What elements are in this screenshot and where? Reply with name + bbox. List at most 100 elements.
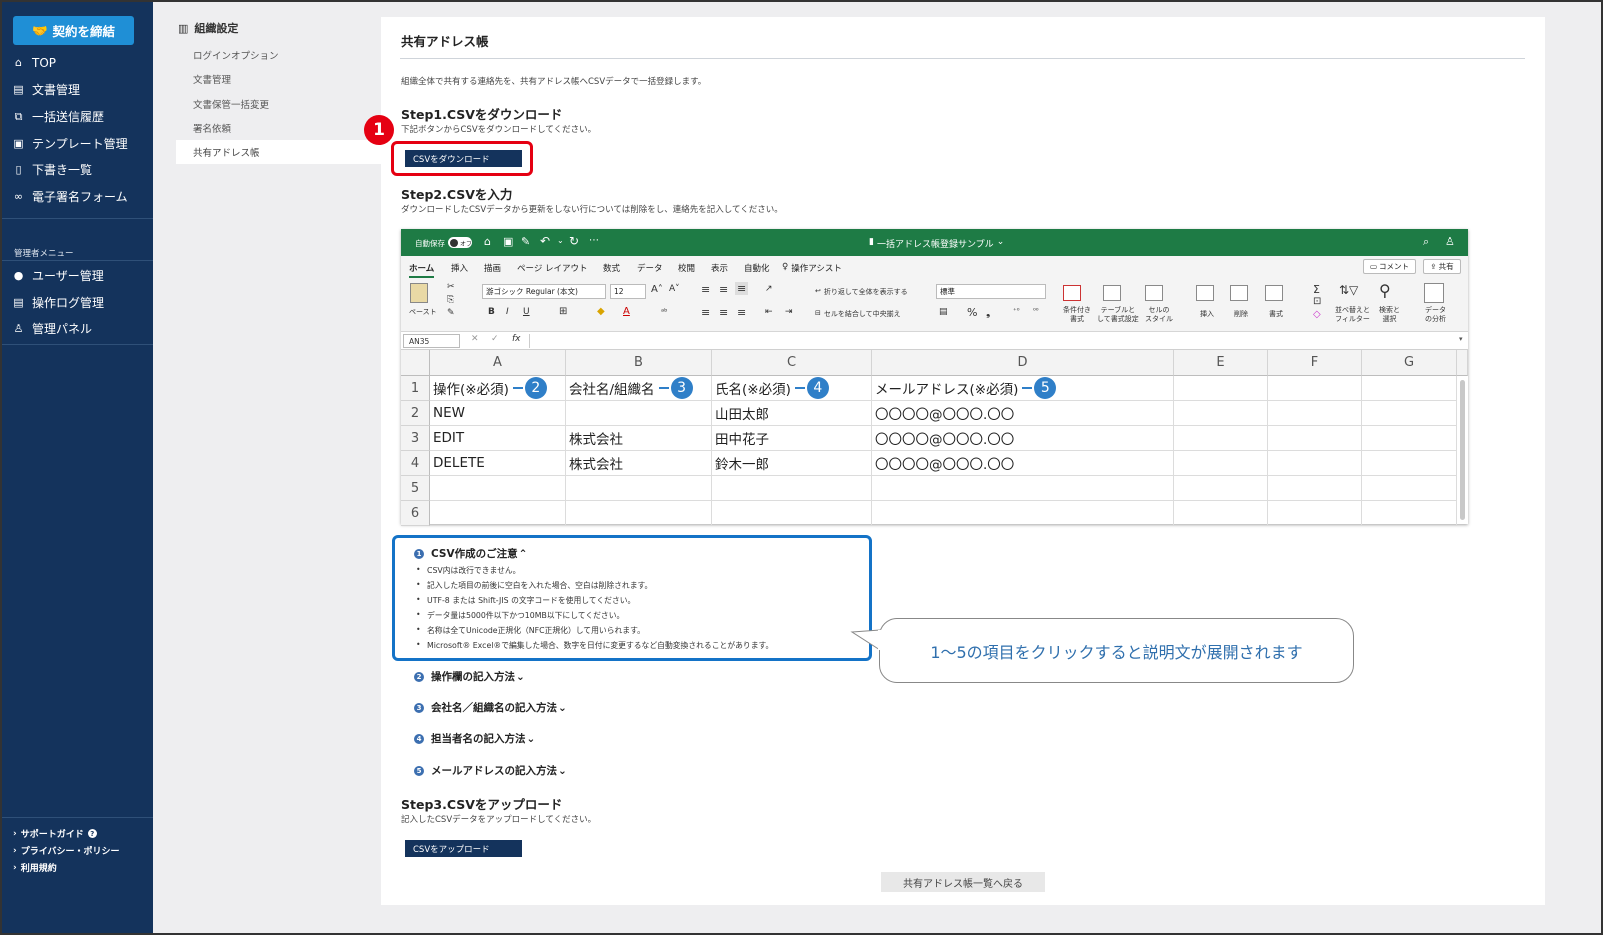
row-header[interactable]: 4 bbox=[401, 451, 430, 476]
cell[interactable] bbox=[712, 501, 872, 526]
comma-icon[interactable]: ❟ bbox=[986, 306, 990, 320]
underline-icon[interactable]: U bbox=[523, 307, 530, 317]
cell[interactable]: EDIT bbox=[430, 426, 566, 451]
align-middle-icon[interactable]: ≡ bbox=[719, 283, 728, 296]
tab-formulas[interactable]: 数式 bbox=[603, 262, 620, 274]
tab-page-layout[interactable]: ページ レイアウト bbox=[517, 262, 588, 274]
column-header[interactable]: D bbox=[872, 350, 1174, 376]
cell[interactable]: 〇〇〇〇@〇〇〇.〇〇 bbox=[872, 401, 1174, 426]
column-header[interactable]: F bbox=[1268, 350, 1362, 376]
accordion-csv-notes[interactable]: 1 CSV作成のご注意 ⌃ bbox=[414, 546, 527, 561]
tab-tell-me[interactable]: ♀ 操作アシスト bbox=[782, 262, 842, 274]
cell[interactable]: 株式会社 bbox=[566, 451, 712, 476]
cell[interactable] bbox=[1362, 376, 1457, 401]
cell[interactable]: NEW bbox=[430, 401, 566, 426]
settings-item-signature-request[interactable]: 署名依頼 bbox=[176, 116, 381, 140]
border-icon[interactable]: ⊞ bbox=[559, 306, 567, 317]
align-right-icon[interactable]: ≡ bbox=[737, 306, 746, 319]
vertical-scrollbar[interactable] bbox=[1460, 380, 1465, 520]
accordion-operation-field[interactable]: 2 操作欄の記入方法 ⌄ bbox=[414, 669, 525, 684]
sidebar-item-documents[interactable]: ▤ 文書管理 bbox=[2, 76, 153, 103]
merge-center-button[interactable]: ⊟ セルを結合して中央揃え bbox=[815, 309, 901, 319]
tab-home[interactable]: ホーム bbox=[409, 262, 435, 278]
font-size-select[interactable]: 12 bbox=[610, 284, 646, 299]
header-cell-name[interactable]: 氏名(※必須) 4 bbox=[712, 376, 872, 401]
sidebar-item-drafts[interactable]: ▯ 下書き一覧 bbox=[2, 156, 153, 183]
cell[interactable] bbox=[1362, 451, 1457, 476]
cell[interactable] bbox=[1362, 501, 1457, 526]
settings-item-document-storage-bulk[interactable]: 文書保管一括変更 bbox=[176, 92, 381, 116]
format-painter-icon[interactable]: ✎ bbox=[447, 308, 455, 318]
cell[interactable] bbox=[1268, 476, 1362, 501]
tab-review[interactable]: 校閲 bbox=[678, 262, 695, 274]
sidebar-item-esign-form[interactable]: ∞ 電子署名フォーム bbox=[2, 183, 153, 210]
sign-contract-button[interactable]: 🤝 契約を締結 bbox=[13, 16, 134, 45]
sidebar-item-operation-log[interactable]: ▤ 操作ログ管理 bbox=[2, 289, 153, 316]
font-name-select[interactable]: 游ゴシック Regular (本文) bbox=[482, 284, 606, 299]
accordion-email-field[interactable]: 5 メールアドレスの記入方法 ⌄ bbox=[414, 763, 567, 778]
find-select-icon[interactable]: ⚲ bbox=[1379, 281, 1391, 300]
sidebar-item-user-management[interactable]: ● ユーザー管理 bbox=[2, 262, 153, 289]
cell[interactable]: 株式会社 bbox=[566, 426, 712, 451]
cell[interactable] bbox=[1362, 426, 1457, 451]
analyze-data-icon[interactable] bbox=[1424, 283, 1444, 303]
row-header[interactable]: 3 bbox=[401, 426, 430, 451]
header-cell-company[interactable]: 会社名/組織名 3 bbox=[566, 376, 712, 401]
sidebar-item-batch-history[interactable]: ⧉ 一括送信履歴 bbox=[2, 103, 153, 130]
accounting-icon[interactable]: ▤ bbox=[939, 307, 948, 317]
cell[interactable] bbox=[1362, 401, 1457, 426]
cell[interactable] bbox=[566, 401, 712, 426]
wrap-text-button[interactable]: ↩ 折り返して全体を表示する bbox=[815, 287, 908, 297]
align-bottom-icon[interactable]: ≡ bbox=[735, 282, 749, 295]
insert-cells-icon[interactable] bbox=[1196, 285, 1214, 301]
orientation-icon[interactable]: ↗ bbox=[765, 284, 773, 294]
increase-font-icon[interactable]: A˄ bbox=[651, 284, 663, 295]
format-as-table-icon[interactable] bbox=[1103, 285, 1121, 301]
cell[interactable] bbox=[1268, 426, 1362, 451]
cell[interactable] bbox=[1174, 501, 1268, 526]
sort-filter-icon[interactable]: ⇅▽ bbox=[1339, 283, 1358, 297]
align-center-icon[interactable]: ≡ bbox=[719, 306, 728, 319]
percent-icon[interactable]: % bbox=[967, 306, 977, 319]
cell[interactable] bbox=[1174, 476, 1268, 501]
comment-button[interactable]: ▭ コメント bbox=[1363, 259, 1416, 274]
autosum-icon[interactable]: Σ bbox=[1313, 283, 1320, 296]
cell[interactable]: 〇〇〇〇@〇〇〇.〇〇 bbox=[872, 426, 1174, 451]
cell[interactable]: 〇〇〇〇@〇〇〇.〇〇 bbox=[872, 451, 1174, 476]
decrease-decimal-icon[interactable]: ⁰⁰ bbox=[1033, 307, 1039, 315]
tab-insert[interactable]: 挿入 bbox=[451, 262, 468, 274]
select-all-corner[interactable] bbox=[401, 350, 430, 376]
cell[interactable]: DELETE bbox=[430, 451, 566, 476]
number-format-select[interactable]: 標準 bbox=[936, 284, 1046, 299]
name-box[interactable]: AN35 bbox=[403, 334, 460, 348]
accordion-contact-name-field[interactable]: 4 担当者名の記入方法 ⌄ bbox=[414, 731, 535, 746]
cell[interactable] bbox=[1268, 401, 1362, 426]
column-header[interactable]: B bbox=[566, 350, 712, 376]
cell[interactable] bbox=[430, 476, 566, 501]
footer-link-privacy-policy[interactable]: › プライバシー・ポリシー bbox=[13, 844, 120, 858]
delete-cells-icon[interactable] bbox=[1230, 285, 1248, 301]
cell[interactable] bbox=[1174, 376, 1268, 401]
row-header[interactable]: 5 bbox=[401, 476, 430, 501]
header-cell-operation[interactable]: 操作(※必須) 2 bbox=[430, 376, 566, 401]
decrease-font-icon[interactable]: A˅ bbox=[669, 284, 680, 294]
cell[interactable] bbox=[1362, 476, 1457, 501]
align-left-icon[interactable]: ≡ bbox=[701, 306, 710, 319]
sidebar-item-top[interactable]: ⌂ TOP bbox=[2, 49, 153, 76]
cell[interactable] bbox=[1174, 426, 1268, 451]
conditional-format-icon[interactable] bbox=[1063, 285, 1081, 301]
italic-icon[interactable]: I bbox=[506, 307, 509, 317]
settings-item-shared-address-book[interactable]: 共有アドレス帳 bbox=[176, 140, 381, 164]
footer-link-support-guide[interactable]: › サポートガイド? bbox=[13, 827, 97, 840]
csv-upload-button[interactable]: CSVをアップロード bbox=[405, 840, 522, 857]
cell[interactable] bbox=[566, 476, 712, 501]
tab-data[interactable]: データ bbox=[637, 262, 663, 274]
column-header[interactable]: A bbox=[430, 350, 566, 376]
cell[interactable] bbox=[1268, 451, 1362, 476]
cell[interactable] bbox=[1174, 451, 1268, 476]
align-top-icon[interactable]: ≡ bbox=[701, 283, 710, 296]
back-to-list-button[interactable]: 共有アドレス帳一覧へ戻る bbox=[881, 872, 1045, 892]
tab-view[interactable]: 表示 bbox=[711, 262, 728, 274]
paste-icon[interactable] bbox=[410, 283, 428, 303]
cell[interactable]: 鈴木一郎 bbox=[712, 451, 872, 476]
